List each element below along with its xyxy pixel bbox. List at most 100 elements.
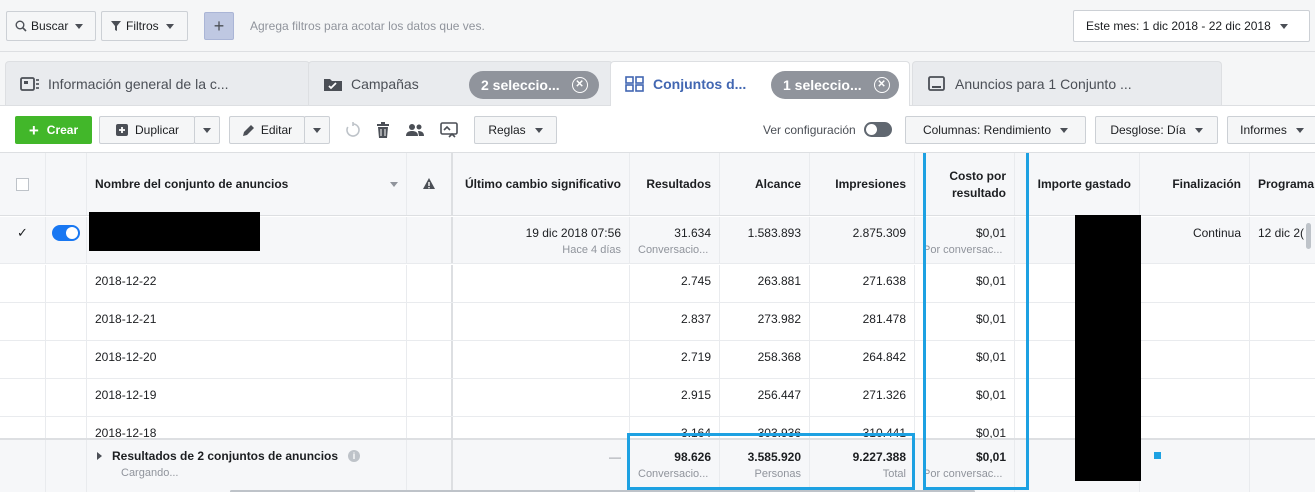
totals-schedule-cell [1250,440,1315,492]
cost-column-header[interactable]: Costo por resultado [915,153,1015,215]
totals-impressions-sub: Total [882,468,906,480]
create-button[interactable]: + Crear [15,116,92,144]
row-cost: $0,01 [975,350,1006,364]
row-reach: 256.447 [757,388,801,402]
totals-sub: Cargando... [121,467,179,479]
columns-dropdown[interactable]: Columnas: Rendimiento [905,116,1086,144]
results-column-header[interactable]: Resultados [630,153,720,215]
row-results: 2.745 [680,274,711,288]
edit-dropdown[interactable] [304,116,330,144]
reach-value: 1.583.893 [747,226,801,240]
row-results-cell: 2.745 [630,265,720,302]
select-all-checkbox[interactable] [16,177,29,191]
delivery-column-header[interactable] [407,153,453,215]
search-button[interactable]: Buscar [6,11,96,41]
row-blank-cell [1140,341,1250,378]
reach-column-header[interactable]: Alcance [720,153,810,215]
sort-icon[interactable] [390,181,398,187]
ad-icon [927,75,947,92]
spent-header-label: Importe gastado [1037,177,1131,191]
results-sub: Conversacio... [638,244,709,256]
impressions-column-header[interactable]: Impresiones [810,153,915,215]
impressions-header-label: Impresiones [835,177,906,191]
totals-title: Resultados de 2 conjuntos de anuncios [112,449,339,463]
adsets-selection-label: 1 seleccio... [783,77,862,93]
row-cost: $0,01 [975,312,1006,326]
row-impressions-cell: 271.326 [810,379,915,416]
tab-campaigns[interactable]: Campañas 2 seleccio... ✕ [308,61,613,105]
row-blank-cell [1250,303,1315,340]
spent-column-header[interactable]: Importe gastado [1015,153,1140,215]
tab-overview[interactable]: Información general de la c... [5,61,310,105]
cost-header-line2: resultado [951,185,1006,200]
date-range-picker[interactable]: Este mes: 1 dic 2018 - 22 dic 2018 [1073,10,1310,42]
row-blank-cell [407,341,453,378]
last-change-header-label: Último cambio significativo [464,177,621,191]
last-change-value: 19 dic 2018 07:56 [525,226,621,240]
row-impressions-cell: 281.478 [810,303,915,340]
row-blank-cell [1140,303,1250,340]
cost-cell: $0,01 Por conversac... [915,217,1015,263]
expand-icon[interactable] [97,452,102,460]
view-setup-toggle-group[interactable]: Ver configuración [763,122,892,137]
adsets-table: Nombre del conjunto de anuncios Último c… [0,152,1315,492]
filters-button[interactable]: Filtros [101,11,188,41]
close-icon[interactable]: ✕ [571,77,588,93]
edit-button[interactable]: Editar [229,116,305,144]
close-icon[interactable]: ✕ [873,77,890,93]
reports-dropdown[interactable]: Informes [1227,116,1315,144]
select-all-cell [0,153,46,215]
row-blank-cell [455,265,630,302]
audience-button[interactable] [400,116,430,144]
totals-impressions: 9.227.388 [852,450,906,464]
ab-test-button[interactable] [434,116,464,144]
row-date: 2018-12-21 [95,312,157,326]
tab-ads[interactable]: Anuncios para 1 Conjunto ... [912,61,1222,105]
end-column-header[interactable]: Finalización [1140,153,1250,215]
info-icon[interactable]: i [348,450,361,462]
adset-on-off-toggle[interactable] [52,225,80,241]
totals-results: 98.626 [674,450,711,464]
row-reach: 263.881 [757,274,801,288]
add-filter-button[interactable]: + [204,12,234,40]
tab-adsets[interactable]: Conjuntos d... 1 seleccio... ✕ [610,61,910,106]
last-change-column-header[interactable]: Último cambio significativo [455,153,630,215]
row-blank-cell [0,265,46,302]
refresh-button[interactable] [338,116,368,144]
row-date-cell: 2018-12-21 [87,303,407,340]
level-tabs: Información general de la c... Campañas … [0,61,1315,106]
filters-label: Filtros [126,19,159,33]
row-results-cell: 2.837 [630,303,720,340]
adsets-selection-pill[interactable]: 1 seleccio... ✕ [771,71,899,99]
duplicate-dropdown[interactable] [194,116,220,144]
view-setup-toggle[interactable] [863,122,892,137]
row-date: 2018-12-19 [95,388,157,402]
breakdown-dropdown[interactable]: Desglose: Día [1095,116,1218,144]
rules-button[interactable]: Reglas [474,116,557,144]
row-cost-cell: $0,01 [915,265,1015,302]
trash-icon [377,122,389,138]
redacted-adset-name [89,212,260,251]
vertical-scrollbar[interactable] [1306,223,1311,249]
row-blank-cell [407,379,453,416]
refresh-icon [346,122,360,137]
checkmark-icon[interactable]: ✓ [17,225,28,240]
row-results: 2.915 [680,388,711,402]
schedule-column-header[interactable]: Programa [1250,153,1315,215]
redacted-spend [1075,215,1141,481]
totals-cost-sub: Por conversac... [923,468,1003,480]
action-toolbar: + Crear Duplicar Editar Reglas Ver confi… [0,105,1315,152]
filter-bar: Buscar Filtros + Agrega filtros para aco… [0,0,1315,52]
chevron-down-icon [1194,127,1203,133]
filter-icon [111,21,121,31]
reach-header-label: Alcance [754,177,801,191]
delete-button[interactable] [368,116,398,144]
row-blank-cell [0,341,46,378]
campaigns-selection-pill[interactable]: 2 seleccio... ✕ [469,71,599,99]
name-column-header[interactable]: Nombre del conjunto de anuncios [87,153,407,215]
search-label: Buscar [31,19,69,33]
duplicate-button[interactable]: Duplicar [99,116,195,144]
grid-icon [625,76,645,92]
last-change-cell: 19 dic 2018 07:56 Hace 4 días [455,217,630,263]
duplicate-label: Duplicar [134,123,179,137]
